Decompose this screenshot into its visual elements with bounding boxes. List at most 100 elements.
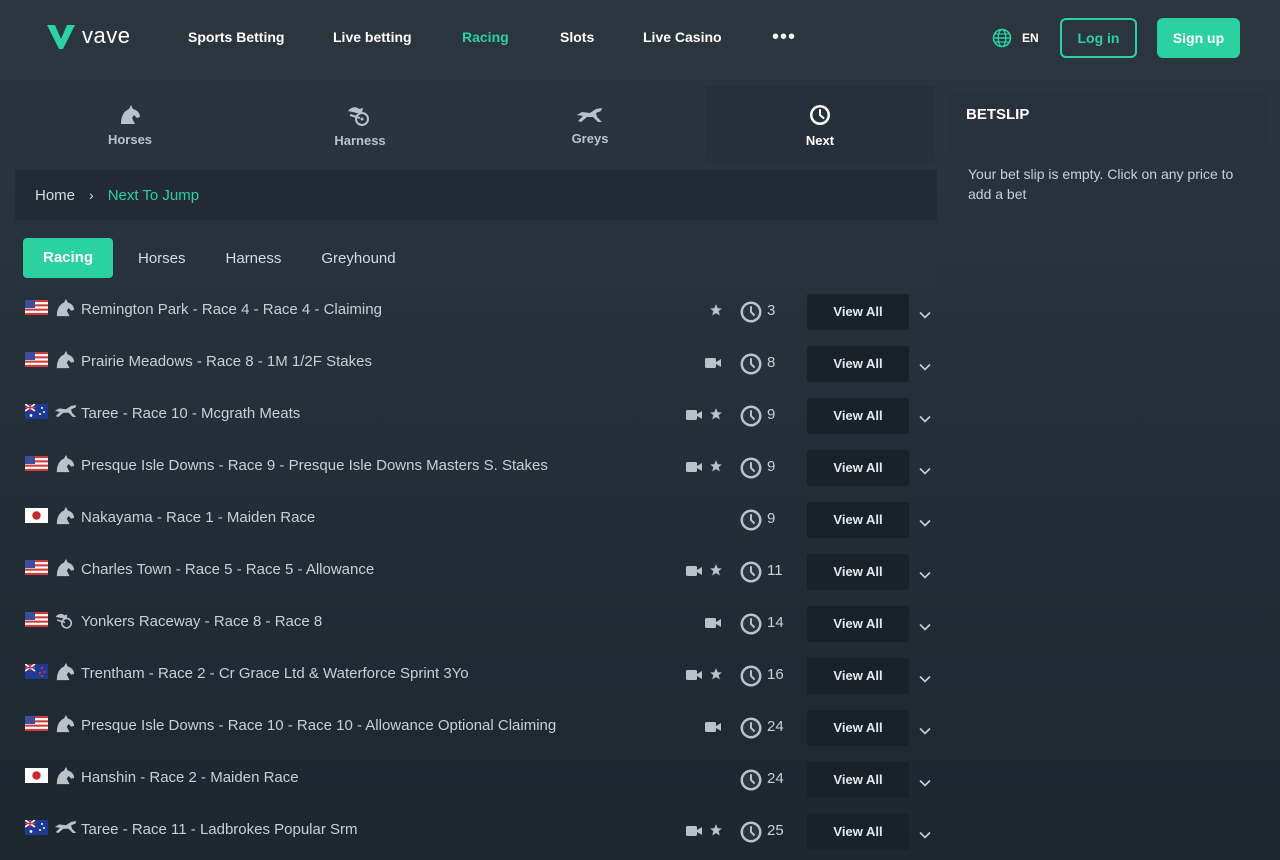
view-all-button[interactable]: View All [807, 658, 909, 694]
race-row[interactable]: Trentham - Race 2 - Cr Grace Ltd & Water… [15, 650, 937, 702]
race-list: Remington Park - Race 4 - Race 4 - Claim… [15, 286, 937, 858]
star-icon[interactable] [709, 563, 723, 582]
video-icon [686, 408, 702, 426]
race-row[interactable]: Hanshin - Race 2 - Maiden Race 24 View All [15, 754, 937, 806]
race-filter-tabs: Racing Horses Harness Greyhound [15, 230, 937, 286]
minutes-to-jump: 25 [767, 822, 784, 839]
tab-next[interactable]: Next [705, 86, 935, 164]
tab-greys[interactable]: Greys [475, 86, 705, 164]
nav-live-casino[interactable]: Live Casino [643, 29, 722, 45]
filter-harness[interactable]: Harness [226, 250, 282, 267]
race-row[interactable]: Charles Town - Race 5 - Race 5 - Allowan… [15, 546, 937, 598]
race-name[interactable]: Taree - Race 10 - Mcgrath Meats [81, 405, 300, 422]
nav-slots[interactable]: Slots [560, 29, 594, 45]
view-all-button[interactable]: View All [807, 814, 909, 850]
view-all-button[interactable]: View All [807, 450, 909, 486]
chevron-down-icon[interactable] [919, 566, 931, 584]
race-name[interactable]: Nakayama - Race 1 - Maiden Race [81, 509, 315, 526]
race-row[interactable]: Prairie Meadows - Race 8 - 1M 1/2F Stake… [15, 338, 937, 390]
brand-name: vave [82, 23, 131, 48]
race-name[interactable]: Taree - Race 11 - Ladbrokes Popular Srm [81, 821, 358, 838]
chevron-down-icon[interactable] [919, 826, 931, 844]
race-name[interactable]: Charles Town - Race 5 - Race 5 - Allowan… [81, 561, 374, 578]
clock-icon [810, 104, 830, 125]
race-row[interactable]: Yonkers Raceway - Race 8 - Race 8 14 View … [15, 598, 937, 650]
view-all-button[interactable]: View All [807, 606, 909, 642]
chevron-down-icon[interactable] [919, 722, 931, 740]
tab-label: Horses [107, 131, 153, 147]
race-row[interactable]: Presque Isle Downs - Race 10 - Race 10 -… [15, 702, 937, 754]
race-name[interactable]: Prairie Meadows - Race 8 - 1M 1/2F Stake… [81, 353, 372, 370]
tab-harness[interactable]: Harness [245, 86, 475, 164]
breadcrumb-home[interactable]: Home [35, 187, 75, 204]
clock-icon [739, 768, 763, 797]
filter-greyhound[interactable]: Greyhound [321, 250, 395, 267]
minutes-to-jump: 9 [767, 510, 776, 527]
clock-icon [739, 508, 763, 537]
nav-live-betting[interactable]: Live betting [333, 29, 412, 45]
chevron-down-icon[interactable] [919, 358, 931, 376]
view-all-button[interactable]: View All [807, 398, 909, 434]
race-name[interactable]: Presque Isle Downs - Race 9 - Presque Is… [81, 457, 548, 474]
horse-icon [54, 662, 76, 687]
minutes-to-jump: 11 [767, 562, 783, 579]
nav-sports-betting[interactable]: Sports Betting [188, 29, 284, 45]
race-row[interactable]: Remington Park - Race 4 - Race 4 - Claim… [15, 286, 937, 338]
clock-icon [739, 716, 763, 745]
horse-icon [54, 454, 76, 479]
race-row[interactable]: Nakayama - Race 1 - Maiden Race 9 View All [15, 494, 937, 546]
chevron-down-icon[interactable] [919, 774, 931, 792]
race-name[interactable]: Yonkers Raceway - Race 8 - Race 8 [81, 613, 322, 630]
view-all-button[interactable]: View All [807, 502, 909, 538]
tab-label: Next [805, 132, 835, 148]
star-icon[interactable] [709, 459, 723, 478]
chevron-down-icon[interactable] [919, 410, 931, 428]
race-name[interactable]: Hanshin - Race 2 - Maiden Race [81, 769, 299, 786]
star-icon[interactable] [709, 407, 723, 426]
video-icon [686, 460, 702, 478]
view-all-button[interactable]: View All [807, 762, 909, 798]
chevron-down-icon[interactable] [919, 618, 931, 636]
view-all-button[interactable]: View All [807, 710, 909, 746]
filter-horses[interactable]: Horses [138, 250, 186, 267]
tab-horses[interactable]: Horses [15, 86, 245, 164]
nav-racing[interactable]: Racing [462, 29, 509, 45]
filter-racing[interactable]: Racing [23, 238, 113, 278]
view-all-button[interactable]: View All [807, 554, 909, 590]
minutes-to-jump: 9 [767, 406, 776, 423]
view-all-button[interactable]: View All [807, 346, 909, 382]
race-name[interactable]: Presque Isle Downs - Race 10 - Race 10 -… [81, 717, 556, 734]
flag-nz-icon [25, 664, 48, 679]
horse-icon [54, 558, 76, 583]
login-button[interactable]: Log in [1060, 18, 1137, 58]
race-name[interactable]: Trentham - Race 2 - Cr Grace Ltd & Water… [81, 665, 469, 682]
chevron-down-icon[interactable] [919, 306, 931, 324]
language-code: EN [1022, 31, 1039, 45]
minutes-to-jump: 9 [767, 458, 776, 475]
language-selector[interactable]: EN [992, 28, 1039, 48]
star-icon[interactable] [709, 303, 723, 322]
more-dots-icon[interactable]: ••• [772, 26, 796, 49]
breadcrumb: Home › Next To Jump [15, 170, 937, 220]
chevron-down-icon[interactable] [919, 462, 931, 480]
star-icon[interactable] [709, 667, 723, 686]
chevron-down-icon[interactable] [919, 670, 931, 688]
greyhound-icon [577, 107, 602, 122]
betslip-panel: BETSLIP Your bet slip is empty. Click on… [946, 90, 1266, 228]
signup-button[interactable]: Sign up [1157, 18, 1240, 58]
logo[interactable]: vave [46, 22, 130, 50]
view-all-button[interactable]: View All [807, 294, 909, 330]
chevron-down-icon[interactable] [919, 514, 931, 532]
flag-us-icon [25, 560, 48, 575]
race-row[interactable]: Taree - Race 11 - Ladbrokes Popular Srm 2… [15, 806, 937, 858]
clock-icon [739, 664, 763, 693]
breadcrumb-current: Next To Jump [107, 186, 200, 204]
race-row[interactable]: Taree - Race 10 - Mcgrath Meats 9 View All [15, 390, 937, 442]
race-row[interactable]: Presque Isle Downs - Race 9 - Presque Is… [15, 442, 937, 494]
flag-jp-icon [25, 508, 48, 523]
race-name[interactable]: Remington Park - Race 4 - Race 4 - Claim… [81, 301, 382, 318]
minutes-to-jump: 24 [767, 770, 784, 787]
minutes-to-jump: 3 [767, 302, 776, 319]
star-icon[interactable] [709, 823, 723, 842]
greyhound-icon [54, 818, 78, 841]
